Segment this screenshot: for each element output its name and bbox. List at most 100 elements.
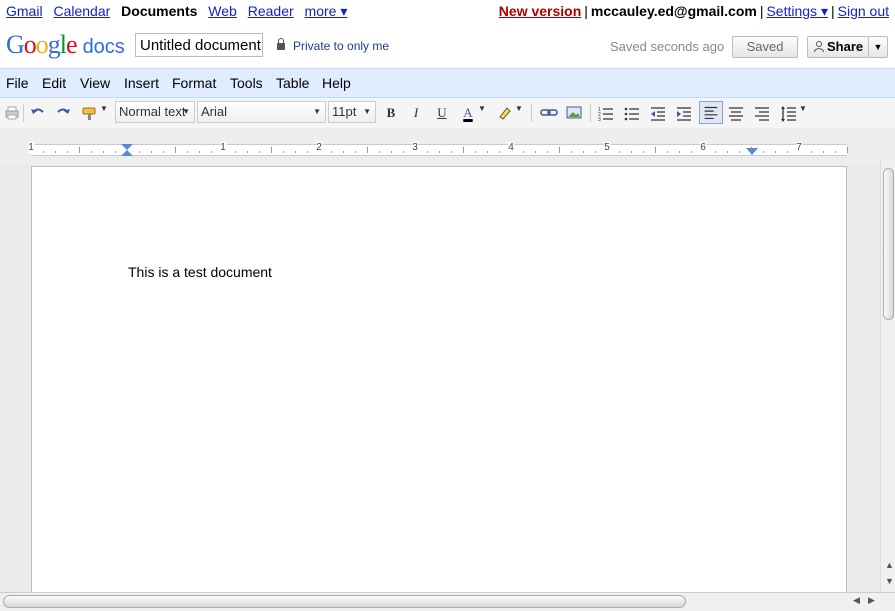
numbered-list-icon[interactable]: 123 — [597, 102, 615, 124]
undo-icon[interactable] — [29, 102, 47, 124]
document-title[interactable]: Untitled document — [135, 33, 263, 57]
ruler-number: 6 — [700, 142, 706, 153]
ruler-tick — [727, 151, 728, 153]
saved-button[interactable]: Saved — [732, 36, 798, 58]
link-icon[interactable] — [539, 102, 559, 124]
menu-help[interactable]: Help — [322, 75, 351, 91]
decrease-indent-icon[interactable] — [649, 102, 667, 124]
image-icon[interactable] — [565, 102, 583, 124]
ruler-tick — [247, 151, 248, 153]
ruler-tick — [55, 151, 56, 153]
paint-format-dropdown-icon[interactable]: ▼ — [100, 98, 108, 120]
ruler-tick — [175, 147, 176, 153]
text-color-button[interactable]: A — [459, 102, 477, 124]
menu-format[interactable]: Format — [172, 75, 216, 91]
vertical-scrollbar[interactable]: ▲ ▼ — [880, 160, 895, 592]
increase-indent-icon[interactable] — [675, 102, 693, 124]
print-icon[interactable] — [4, 102, 20, 124]
font-select[interactable]: Arial ▼ — [197, 101, 326, 123]
document-area: This is a test document — [0, 166, 880, 596]
font-size-value: 11pt — [332, 104, 357, 119]
ruler-tick — [547, 151, 548, 153]
gbar-link-more[interactable]: more ▾ — [305, 3, 348, 19]
toolbar-separator — [23, 104, 24, 122]
bulleted-list-icon[interactable] — [623, 102, 641, 124]
scroll-down-icon[interactable]: ▼ — [885, 576, 894, 586]
menu-insert[interactable]: Insert — [124, 75, 159, 91]
ruler-tick — [523, 151, 524, 153]
line-spacing-dropdown-icon[interactable]: ▼ — [799, 98, 807, 120]
paint-format-icon[interactable] — [81, 102, 99, 124]
italic-button[interactable]: I — [407, 102, 425, 124]
scroll-left-icon[interactable]: ◀ — [853, 595, 860, 606]
ruler-tick — [535, 151, 536, 153]
share-dropdown-button[interactable]: ▼ — [868, 36, 888, 58]
style-select-value: Normal text — [119, 104, 186, 119]
document-page[interactable]: This is a test document — [31, 166, 847, 596]
docs-header: Google docs Untitled document Private to … — [0, 22, 895, 69]
gbar-link-calendar[interactable]: Calendar — [53, 3, 110, 19]
highlight-icon[interactable] — [496, 102, 514, 124]
privacy-indicator[interactable]: Private to only me — [277, 38, 390, 53]
ruler-tick — [403, 151, 404, 153]
gbar-link-web[interactable]: Web — [208, 3, 237, 19]
ruler-tick — [271, 147, 272, 153]
redo-icon[interactable] — [54, 102, 72, 124]
line-spacing-icon[interactable] — [779, 102, 797, 124]
scroll-up-icon[interactable]: ▲ — [885, 560, 894, 570]
ruler-tick — [691, 151, 692, 153]
new-version-link[interactable]: New version — [499, 3, 581, 19]
ruler-tick — [427, 151, 428, 153]
account-email: mccauley.ed@gmail.com — [590, 3, 757, 19]
menu-view[interactable]: View — [80, 75, 110, 91]
person-icon — [814, 41, 824, 52]
scroll-right-icon[interactable]: ▶ — [868, 595, 875, 606]
google-docs-logo[interactable]: Google docs — [6, 30, 125, 60]
ruler-tick — [367, 147, 368, 153]
gbar-link-reader[interactable]: Reader — [248, 3, 294, 19]
font-size-select[interactable]: 11pt ▼ — [328, 101, 376, 123]
align-center-icon[interactable] — [727, 102, 745, 124]
vertical-scroll-thumb[interactable] — [883, 168, 894, 320]
svg-text:3: 3 — [598, 117, 601, 123]
chevron-down-icon: ▼ — [182, 107, 190, 116]
ruler-tick — [151, 151, 152, 153]
align-right-icon[interactable] — [753, 102, 771, 124]
ruler-tick — [67, 151, 68, 153]
ruler-tick — [847, 147, 848, 153]
settings-link[interactable]: Settings ▾ — [766, 3, 828, 19]
underline-button[interactable]: U — [433, 102, 451, 124]
ruler-tick — [595, 151, 596, 153]
privacy-label: Private to only me — [293, 39, 390, 53]
bold-button[interactable]: B — [382, 102, 400, 124]
sign-out-link[interactable]: Sign out — [838, 3, 889, 19]
horizontal-scrollbar[interactable]: ◀ ▶ — [0, 592, 895, 611]
toolbar: ▼ Normal text ▼ Arial ▼ 11pt ▼ B I U A ▼ ▼ … — [0, 98, 895, 129]
ruler-tick — [307, 151, 308, 153]
ruler-tick — [103, 151, 104, 153]
menu-file[interactable]: File — [6, 75, 29, 91]
ruler-tick — [667, 151, 668, 153]
gbar-link-gmail[interactable]: Gmail — [6, 3, 43, 19]
save-status: Saved seconds ago — [610, 39, 725, 54]
chevron-down-icon: ▼ — [363, 107, 371, 116]
menu-table[interactable]: Table — [276, 75, 309, 91]
left-indent-marker[interactable] — [121, 150, 133, 156]
text-color-dropdown-icon[interactable]: ▼ — [478, 98, 486, 120]
ruler-tick — [115, 151, 116, 153]
ruler: 1 1 2 3 4 5 6 7 — [0, 128, 895, 166]
ruler-tick — [679, 151, 680, 153]
ruler-tick — [199, 151, 200, 153]
ruler-tick — [355, 151, 356, 153]
ruler-tick — [487, 151, 488, 153]
gbar-link-documents[interactable]: Documents — [121, 3, 197, 19]
align-left-icon[interactable] — [699, 101, 723, 124]
right-indent-marker[interactable] — [746, 148, 758, 155]
style-select[interactable]: Normal text ▼ — [115, 101, 195, 123]
share-button[interactable]: Share — [807, 36, 869, 58]
document-body-text[interactable]: This is a test document — [128, 264, 272, 280]
menu-edit[interactable]: Edit — [42, 75, 66, 91]
horizontal-scroll-thumb[interactable] — [3, 595, 686, 608]
highlight-dropdown-icon[interactable]: ▼ — [515, 98, 523, 120]
menu-tools[interactable]: Tools — [230, 75, 263, 91]
